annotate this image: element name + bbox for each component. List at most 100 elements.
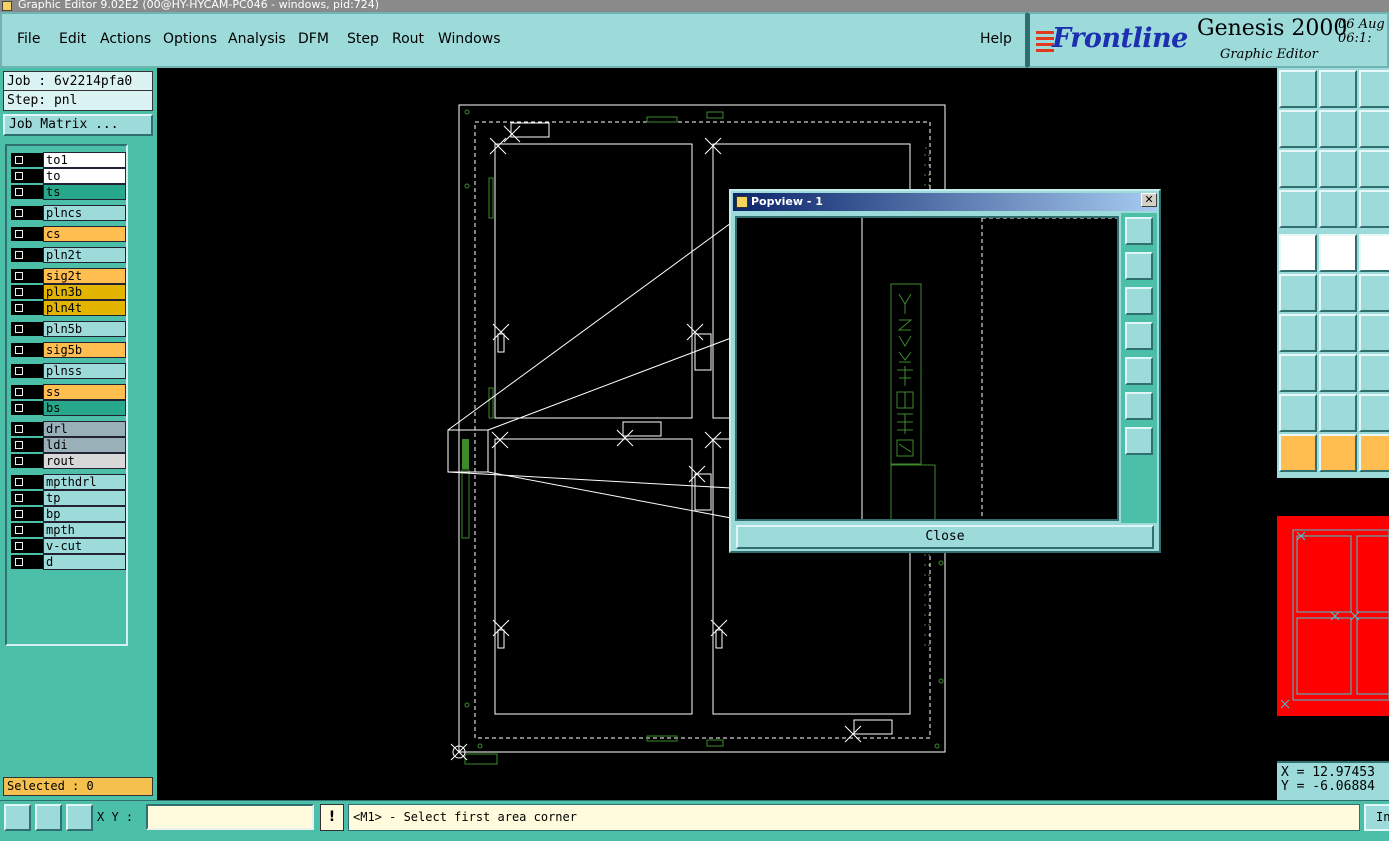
layer-name[interactable]: sig2t <box>43 268 126 284</box>
measure-center-icon[interactable] <box>1359 354 1389 392</box>
layer-affected-toggle[interactable] <box>27 285 43 299</box>
pointer-box-icon[interactable] <box>1319 434 1357 472</box>
pan-left-icon[interactable] <box>1279 110 1317 148</box>
draw-line-icon[interactable] <box>1319 234 1357 272</box>
zoom-center-icon[interactable] <box>1319 150 1357 188</box>
layer-name[interactable]: mpth <box>43 522 126 538</box>
layer-affected-toggle[interactable] <box>27 322 43 336</box>
layer-checkbox[interactable] <box>11 438 27 452</box>
settings-icon[interactable] <box>1279 190 1317 228</box>
warning-button[interactable]: ! <box>320 804 344 831</box>
layer-name[interactable]: sig5b <box>43 342 126 358</box>
angle-icon[interactable] <box>1279 314 1317 352</box>
zoom-area-icon[interactable] <box>4 804 31 831</box>
node-snap-icon[interactable] <box>1359 274 1389 312</box>
cross-snap-icon[interactable] <box>1319 274 1357 312</box>
layer-name[interactable]: ts <box>43 184 126 200</box>
popview-titlebar[interactable]: Popview - 1 <box>733 193 1157 211</box>
layer-checkbox[interactable] <box>11 227 27 241</box>
layer-affected-toggle[interactable] <box>27 169 43 183</box>
layer-name[interactable]: ldi <box>43 437 126 453</box>
pan-right-icon[interactable] <box>1319 110 1357 148</box>
layer-name[interactable]: cs <box>43 226 126 242</box>
snap-icon[interactable] <box>1359 190 1389 228</box>
job-matrix-button[interactable]: Job Matrix ... <box>3 114 153 136</box>
layer-affected-toggle[interactable] <box>27 438 43 452</box>
arc-measure-icon[interactable] <box>1359 394 1389 432</box>
popview-close-icon[interactable]: ✕ <box>1141 193 1157 207</box>
popview-pan-down-icon[interactable] <box>1125 287 1153 315</box>
triangle-measure-icon[interactable] <box>1279 394 1317 432</box>
layer-name[interactable]: v-cut <box>43 538 126 554</box>
home-icon[interactable] <box>1359 70 1389 108</box>
snap-grid-icon[interactable] <box>66 804 93 831</box>
layer-checkbox[interactable] <box>11 285 27 299</box>
layer-checkbox[interactable] <box>11 454 27 468</box>
popview-zoom-out-icon[interactable] <box>1125 392 1153 420</box>
pointer-poly-icon[interactable] <box>1359 434 1389 472</box>
ruler-icon[interactable] <box>1359 234 1389 272</box>
select-feature-icon[interactable] <box>1279 234 1317 272</box>
layer-affected-toggle[interactable] <box>27 454 43 468</box>
in-button[interactable]: In <box>1364 804 1389 831</box>
layer-affected-toggle[interactable] <box>27 301 43 315</box>
layer-affected-toggle[interactable] <box>27 555 43 569</box>
layer-name[interactable]: to <box>43 168 126 184</box>
layer-affected-toggle[interactable] <box>27 401 43 415</box>
rotate-icon[interactable] <box>1359 314 1389 352</box>
layer-checkbox[interactable] <box>11 169 27 183</box>
layer-name[interactable]: plncs <box>43 205 126 221</box>
point-to-point-icon[interactable] <box>1279 354 1317 392</box>
layer-name[interactable]: pln4t <box>43 300 126 316</box>
popview-fit-icon[interactable] <box>1125 217 1153 245</box>
angle-measure-icon[interactable] <box>1319 394 1357 432</box>
xy-input[interactable] <box>146 804 314 830</box>
layer-affected-toggle[interactable] <box>27 422 43 436</box>
grid-icon[interactable] <box>1319 190 1357 228</box>
layer-checkbox[interactable] <box>11 322 27 336</box>
undo-view-icon[interactable] <box>1359 110 1389 148</box>
menu-rout[interactable]: Rout <box>392 31 424 47</box>
layer-name[interactable]: tp <box>43 490 126 506</box>
layer-checkbox[interactable] <box>11 523 27 537</box>
menu-options[interactable]: Options <box>163 31 217 47</box>
layer-name[interactable]: rout <box>43 453 126 469</box>
horizontal-line-icon[interactable] <box>1319 354 1357 392</box>
diagonal-line-icon[interactable] <box>1319 314 1357 352</box>
menu-step[interactable]: Step <box>347 31 379 47</box>
popview-pan-up-icon[interactable] <box>1125 252 1153 280</box>
layer-checkbox[interactable] <box>11 385 27 399</box>
layer-affected-toggle[interactable] <box>27 206 43 220</box>
pan-down-icon[interactable] <box>1319 70 1357 108</box>
layer-affected-toggle[interactable] <box>27 507 43 521</box>
layer-name[interactable]: pln2t <box>43 247 126 263</box>
menu-analysis[interactable]: Analysis <box>228 31 286 47</box>
layer-affected-toggle[interactable] <box>27 364 43 378</box>
menu-file[interactable]: File <box>17 31 40 47</box>
layer-checkbox[interactable] <box>11 555 27 569</box>
menu-windows[interactable]: Windows <box>438 31 501 47</box>
menu-dfm[interactable]: DFM <box>298 31 329 47</box>
zoom-fit-icon[interactable] <box>1279 150 1317 188</box>
layer-affected-toggle[interactable] <box>27 227 43 241</box>
layer-affected-toggle[interactable] <box>27 185 43 199</box>
layer-checkbox[interactable] <box>11 401 27 415</box>
layer-affected-toggle[interactable] <box>27 248 43 262</box>
layer-name[interactable]: ss <box>43 384 126 400</box>
layer-checkbox[interactable] <box>11 269 27 283</box>
popview-zoom-in-icon[interactable] <box>1125 427 1153 455</box>
layer-checkbox[interactable] <box>11 422 27 436</box>
layer-affected-toggle[interactable] <box>27 539 43 553</box>
pointer-icon[interactable] <box>1279 434 1317 472</box>
layer-checkbox[interactable] <box>11 539 27 553</box>
layer-checkbox[interactable] <box>11 475 27 489</box>
layer-name[interactable]: bp <box>43 506 126 522</box>
popview-close-button[interactable]: Close <box>736 525 1154 549</box>
layer-checkbox[interactable] <box>11 491 27 505</box>
layer-name[interactable]: plnss <box>43 363 126 379</box>
popview-window[interactable]: Popview - 1 ✕ Close <box>729 189 1161 553</box>
layer-name[interactable]: pln5b <box>43 321 126 337</box>
pan-up-icon[interactable] <box>1279 70 1317 108</box>
popview-pan-left-icon[interactable] <box>1125 322 1153 350</box>
layer-name[interactable]: bs <box>43 400 126 416</box>
